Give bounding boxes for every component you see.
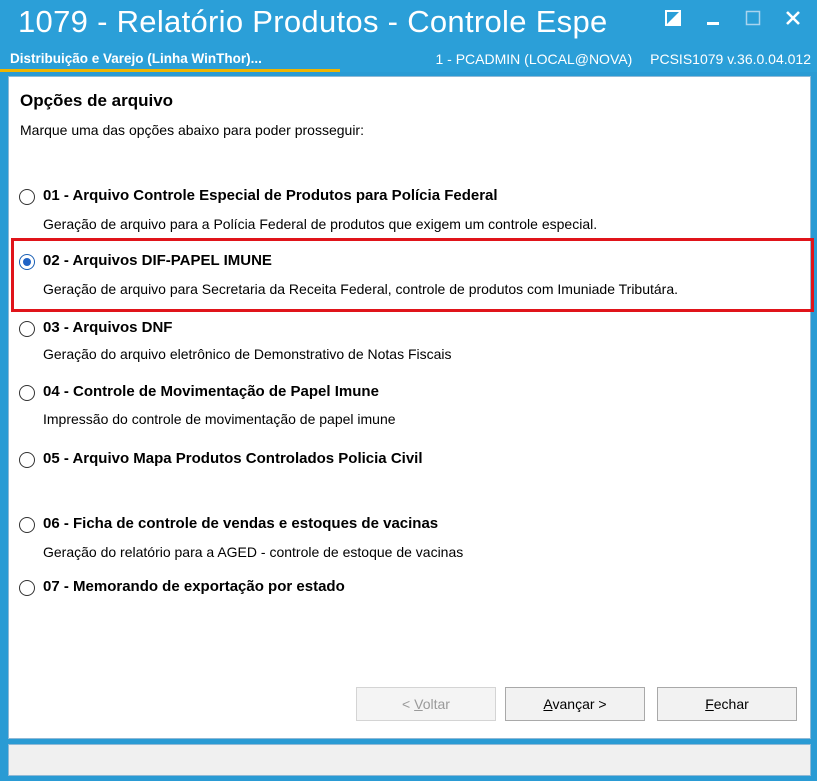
back-prefix: < (402, 696, 415, 712)
restore-icon[interactable] (665, 10, 687, 26)
option-label: 01 - Arquivo Controle Especial de Produt… (43, 187, 498, 204)
radio-option-02[interactable] (19, 254, 35, 270)
back-button[interactable]: < Voltar (356, 687, 496, 721)
back-mnemonic: V (414, 696, 423, 712)
status-bar (8, 744, 811, 776)
module-underline (0, 69, 340, 72)
user-info: 1 - PCADMIN (LOCAL@NOVA) (435, 51, 633, 67)
close-mnemonic: F (705, 696, 714, 712)
title-bar: 1079 - Relatório Produtos - Controle Esp… (0, 0, 817, 72)
radio-option-03[interactable] (19, 321, 35, 337)
option-description: Geração de arquivo para a Polícia Federa… (43, 216, 598, 232)
option-label: 03 - Arquivos DNF (43, 319, 173, 336)
option-description: Geração do relatório para a AGED - contr… (43, 544, 464, 560)
next-label: vançar > (552, 696, 607, 712)
version-info: PCSIS1079 v.36.0.04.012 (650, 51, 811, 67)
section-title: Opções de arquivo (20, 91, 174, 110)
instruction-text: Marque uma das opções abaixo para poder … (20, 122, 364, 138)
maximize-icon[interactable] (745, 10, 767, 26)
next-button[interactable]: Avançar > (505, 687, 645, 721)
radio-option-07[interactable] (19, 580, 35, 596)
window-title: 1079 - Relatório Produtos - Controle Esp… (18, 4, 608, 39)
option-label: 02 - Arquivos DIF-PAPEL IMUNE (43, 252, 272, 269)
radio-option-04[interactable] (19, 385, 35, 401)
option-label: 04 - Controle de Movimentação de Papel I… (43, 383, 379, 400)
wizard-panel: Opções de arquivo Marque uma das opções … (8, 76, 814, 739)
option-label: 06 - Ficha de controle de vendas e estoq… (43, 515, 439, 532)
radio-option-06[interactable] (19, 517, 35, 533)
selection-highlight (11, 238, 814, 312)
radio-option-05[interactable] (19, 452, 35, 468)
session-info: 1 - PCADMIN (LOCAL@NOVA) PCSIS1079 v.36.… (435, 51, 811, 67)
close-button[interactable]: Fechar (657, 687, 797, 721)
option-label: 07 - Memorando de exportação por estado (43, 578, 345, 595)
info-bar: Distribuição e Varejo (Linha WinThor)...… (0, 48, 817, 72)
option-label: 05 - Arquivo Mapa Produtos Controlados P… (43, 450, 423, 467)
minimize-icon[interactable] (705, 10, 727, 26)
module-name: Distribuição e Varejo (Linha WinThor)... (10, 51, 262, 66)
close-label: echar (713, 696, 749, 712)
option-description: Impressão do controle de movimentação de… (43, 411, 396, 427)
next-mnemonic: A (543, 696, 553, 712)
window-controls (665, 10, 807, 26)
radio-option-01[interactable] (19, 189, 35, 205)
back-label: oltar (422, 696, 450, 712)
option-description: Geração do arquivo eletrônico de Demonst… (43, 346, 452, 362)
option-description: Geração de arquivo para Secretaria da Re… (43, 281, 679, 297)
close-icon[interactable] (785, 10, 807, 26)
